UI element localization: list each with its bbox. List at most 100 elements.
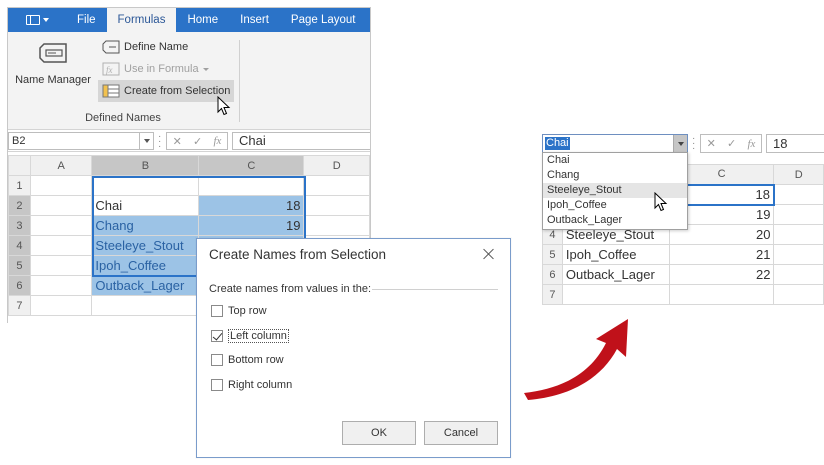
cancel-button[interactable]: Cancel (424, 421, 498, 445)
right-column-checkbox[interactable] (211, 379, 223, 391)
enter-formula-icon[interactable]: ✓ (193, 135, 202, 148)
column-header-d[interactable]: D (773, 164, 824, 185)
splitter-handle[interactable]: · · · (692, 134, 696, 154)
enter-formula-icon[interactable]: ✓ (727, 137, 736, 150)
ok-button[interactable]: OK (342, 421, 416, 445)
column-header-a[interactable]: A (29, 155, 93, 176)
option-left-column[interactable]: Left column (211, 329, 289, 343)
column-header-d[interactable]: D (303, 155, 370, 176)
name-box-dropdown-list: Chai Chang Steeleye_Stout Ipoh_Coffee Ou… (542, 152, 688, 230)
cell-value[interactable]: 19 (198, 215, 305, 236)
right-spreadsheet-panel: Chai · · · ✕ ✓ fx 18 C D 18 19 4 Steeley… (540, 130, 824, 305)
cell[interactable] (29, 275, 93, 296)
cell-value[interactable]: 21 (668, 244, 775, 265)
column-header-row: A B C D (8, 155, 370, 176)
formula-input[interactable]: 18 (766, 134, 824, 153)
tab-home[interactable]: Home (176, 8, 229, 32)
chevron-down-icon (202, 67, 209, 71)
cell[interactable] (29, 195, 93, 216)
splitter-handle[interactable]: · · · (158, 132, 162, 152)
create-from-selection-button[interactable]: Create from Selection (98, 80, 235, 102)
formula-bar: B2 · · · ✕ ✓ fx Chai (8, 130, 370, 152)
row-header[interactable]: 5 (8, 255, 31, 276)
cell[interactable] (773, 264, 824, 285)
row-header[interactable]: 7 (8, 295, 31, 316)
name-box-dropdown[interactable] (673, 135, 687, 152)
row-header[interactable]: 5 (542, 244, 563, 265)
row-header[interactable]: 7 (542, 284, 563, 305)
define-name-button[interactable]: Define Name (98, 36, 234, 58)
dropdown-item[interactable]: Outback_Lager (543, 213, 687, 228)
cell[interactable] (773, 204, 824, 225)
file-menu-icon[interactable] (8, 8, 66, 32)
row-header[interactable]: 2 (8, 195, 31, 216)
cell-name[interactable]: Outback_Lager (561, 264, 670, 285)
create-names-dialog: Create Names from Selection Create names… (196, 238, 511, 458)
cell[interactable] (29, 235, 93, 256)
cell[interactable] (303, 175, 370, 196)
define-name-icon (102, 40, 120, 54)
cell[interactable] (198, 175, 305, 196)
name-box[interactable]: Chai (542, 134, 688, 153)
option-top-row[interactable]: Top row (211, 305, 267, 317)
formula-input[interactable]: Chai (232, 132, 370, 150)
select-all-corner[interactable] (8, 155, 31, 176)
table-row: 1 (8, 175, 370, 196)
cell[interactable] (561, 284, 670, 305)
cell-name[interactable]: Steeleye_Stout (91, 235, 200, 256)
cell[interactable] (773, 284, 824, 305)
cell-value[interactable]: 18 (198, 195, 305, 216)
defined-names-group-label: Defined Names (85, 112, 161, 124)
column-header-b[interactable]: B (91, 155, 200, 176)
name-manager-button[interactable]: Name Manager (14, 38, 92, 108)
cell[interactable] (91, 295, 200, 316)
row-header[interactable]: 6 (542, 264, 563, 285)
cell[interactable] (29, 175, 93, 196)
option-bottom-row[interactable]: Bottom row (211, 354, 284, 366)
tab-file[interactable]: File (66, 8, 107, 32)
insert-function-icon[interactable]: fx (213, 135, 221, 147)
use-in-formula-label: Use in Formula (124, 63, 199, 75)
cell[interactable] (773, 244, 824, 265)
row-header[interactable]: 4 (8, 235, 31, 256)
cancel-formula-icon[interactable]: ✕ (173, 135, 182, 148)
cell[interactable] (668, 284, 775, 305)
left-column-checkbox[interactable] (211, 330, 223, 342)
cell-name[interactable]: Ipoh_Coffee (561, 244, 670, 265)
column-header-c[interactable]: C (198, 155, 305, 176)
cell-name[interactable]: Chang (91, 215, 200, 236)
row-header[interactable]: 6 (8, 275, 31, 296)
cell[interactable] (773, 224, 824, 245)
cell[interactable] (91, 175, 200, 196)
top-row-checkbox[interactable] (211, 305, 223, 317)
mouse-cursor-icon (217, 96, 231, 116)
row-header[interactable]: 3 (8, 215, 31, 236)
tab-page-layout[interactable]: Page Layout (280, 8, 367, 32)
cell-name[interactable]: Outback_Lager (91, 275, 200, 296)
cancel-formula-icon[interactable]: ✕ (707, 137, 716, 150)
cell[interactable] (303, 215, 370, 236)
top-row-label: Top row (228, 305, 267, 317)
cell[interactable] (303, 195, 370, 216)
close-icon[interactable] (482, 247, 496, 261)
dropdown-item[interactable]: Chang (543, 168, 687, 183)
name-box[interactable]: B2 (8, 132, 154, 150)
cell-name[interactable]: Chai (91, 195, 200, 216)
cell[interactable] (29, 255, 93, 276)
row-header[interactable]: 1 (8, 175, 31, 196)
cell-name[interactable]: Ipoh_Coffee (91, 255, 200, 276)
tab-insert[interactable]: Insert (229, 8, 280, 32)
bottom-row-checkbox[interactable] (211, 354, 223, 366)
name-box-dropdown[interactable] (139, 133, 153, 149)
dropdown-item[interactable]: Chai (543, 153, 687, 168)
cell[interactable] (29, 215, 93, 236)
option-right-column[interactable]: Right column (211, 379, 292, 391)
insert-function-icon[interactable]: fx (747, 138, 755, 150)
cell-value[interactable]: 22 (668, 264, 775, 285)
cell[interactable] (773, 184, 824, 205)
name-box-value[interactable]: Chai (545, 137, 570, 150)
tab-formulas[interactable]: Formulas (106, 8, 177, 32)
curved-arrow-icon (524, 319, 628, 400)
cell[interactable] (29, 295, 93, 316)
use-in-formula-button[interactable]: fx Use in Formula (98, 58, 234, 80)
